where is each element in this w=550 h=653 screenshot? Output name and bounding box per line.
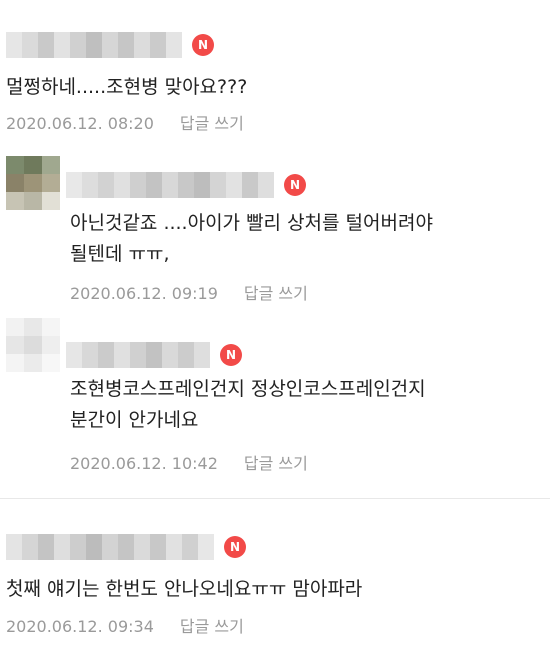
comment-date: 2020.06.12. 10:42 (70, 454, 218, 473)
comment-text-line: 될텐데 ㅠㅠ, (70, 243, 170, 265)
blurred-nickname[interactable] (6, 534, 214, 560)
comment-author-row: N (66, 342, 242, 368)
comment-text: 조현병코스프레인건지 정상인코스프레인건지 분간이 안가네요 (70, 374, 426, 436)
blurred-nickname[interactable] (66, 172, 274, 198)
new-badge-icon: N (192, 34, 214, 56)
comment-text: 멀쩡하네.....조현병 맞아요??? (6, 72, 247, 103)
comment-text: 첫째 얘기는 한번도 안나오네요ㅠㅠ 맘아파라 (6, 574, 362, 605)
comment-meta: 2020.06.12. 09:34 답글 쓰기 (6, 616, 244, 638)
comment-author-row: N (6, 32, 214, 58)
comment-divider (0, 498, 550, 499)
new-badge-icon: N (220, 344, 242, 366)
comment-text-line: 아닌것같죠 ....아이가 빨리 상처를 털어버려야 (70, 212, 433, 234)
blurred-nickname[interactable] (66, 342, 210, 368)
comment-meta: 2020.06.12. 09:19 답글 쓰기 (70, 283, 308, 305)
comment-meta: 2020.06.12. 08:20 답글 쓰기 (6, 113, 244, 135)
comment-text-line: 조현병코스프레인건지 정상인코스프레인건지 (70, 378, 426, 400)
comment-text-line: 첫째 얘기는 한번도 안나오네요ㅠㅠ 맘아파라 (6, 578, 363, 600)
blurred-nickname[interactable] (6, 32, 182, 58)
new-badge-icon: N (284, 174, 306, 196)
comment-date: 2020.06.12. 09:34 (6, 617, 154, 636)
reply-button[interactable]: 답글 쓰기 (244, 284, 308, 303)
reply-button[interactable]: 답글 쓰기 (180, 114, 244, 133)
reply-button[interactable]: 답글 쓰기 (244, 454, 308, 473)
comment-text-line: 멀쩡하네.....조현병 맞아요??? (6, 76, 248, 98)
comment-author-row: N (66, 172, 306, 198)
comment-date: 2020.06.12. 09:19 (70, 284, 218, 303)
comment-date: 2020.06.12. 08:20 (6, 114, 154, 133)
comment-author-row: N (6, 534, 246, 560)
comment-meta: 2020.06.12. 10:42 답글 쓰기 (70, 453, 308, 475)
avatar[interactable] (6, 318, 60, 372)
comment-text-line: 분간이 안가네요 (70, 409, 199, 431)
avatar[interactable] (6, 156, 60, 210)
new-badge-icon: N (224, 536, 246, 558)
comment-text: 아닌것같죠 ....아이가 빨리 상처를 털어버려야 될텐데 ㅠㅠ, (70, 208, 433, 270)
reply-button[interactable]: 답글 쓰기 (180, 617, 244, 636)
